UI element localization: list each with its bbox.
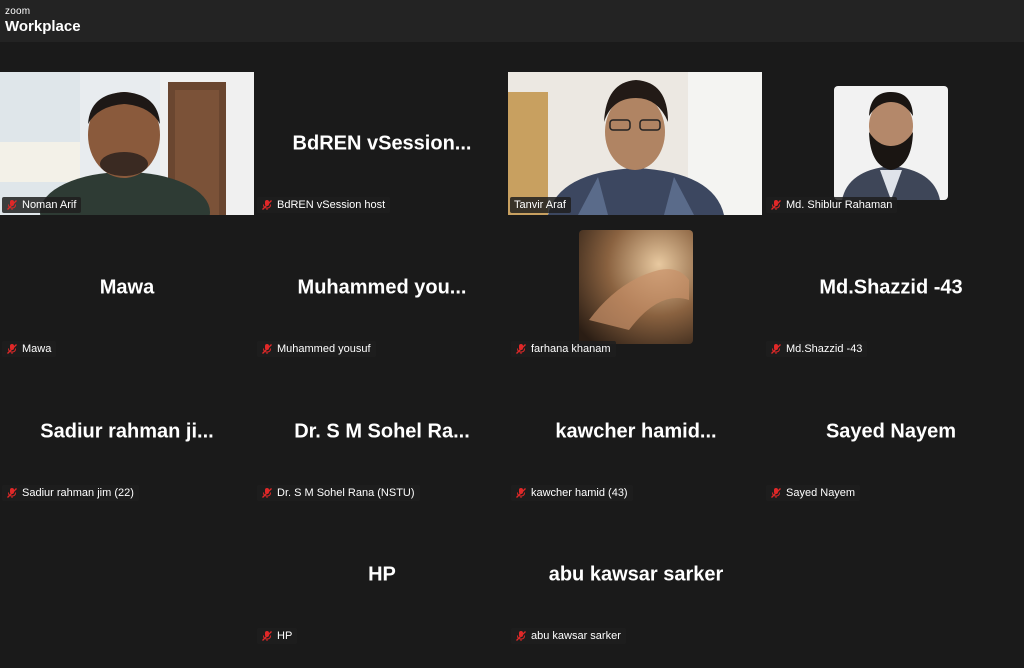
participant-display-name: Md.Shazzid -43 — [819, 276, 963, 298]
microphone-muted-icon — [516, 344, 526, 354]
name-tag: farhana khanam — [511, 341, 616, 357]
profile-photo — [579, 230, 693, 344]
participant-tile-noman-arif[interactable]: Noman Arif — [0, 72, 254, 215]
participant-name: BdREN vSession host — [277, 199, 386, 211]
participant-name: farhana khanam — [531, 343, 611, 355]
microphone-muted-icon — [771, 344, 781, 354]
name-tag: Sadiur rahman jim (22) — [2, 485, 139, 501]
microphone-muted-icon — [262, 344, 272, 354]
name-tag: HP — [257, 628, 298, 644]
name-tag: Noman Arif — [2, 197, 82, 213]
participant-display-name: kawcher hamid... — [555, 420, 717, 442]
microphone-muted-icon — [7, 488, 17, 498]
participant-display-name: HP — [368, 563, 396, 585]
name-tag: Mawa — [2, 341, 57, 357]
participant-tile-md-shiblur-rahaman[interactable]: Md. Shiblur Rahaman — [764, 72, 1018, 215]
participant-display-name: Muhammed you... — [297, 276, 467, 298]
name-tag: Md.Shazzid -43 — [766, 341, 868, 357]
name-tag: BdREN vSession host — [257, 197, 391, 213]
participant-display-name: Sayed Nayem — [825, 420, 957, 442]
participant-name: abu kawsar sarker — [531, 630, 621, 642]
microphone-muted-icon — [262, 631, 272, 641]
participant-tile-abu-kawsar-sarker[interactable]: abu kawsar sarker abu kawsar sarker — [509, 503, 763, 646]
participant-name: Tanvir Araf — [514, 199, 566, 211]
video-feed-tanvir-araf — [508, 72, 762, 215]
name-tag: Dr. S M Sohel Rana (NSTU) — [257, 485, 420, 501]
participant-name: Md.Shazzid -43 — [786, 343, 863, 355]
workplace-title: Workplace — [5, 18, 81, 35]
name-tag: Muhammed yousuf — [257, 341, 376, 357]
participant-display-name: Mawa — [99, 276, 155, 298]
participant-tile-sayed-nayem[interactable]: Sayed Nayem Sayed Nayem — [764, 360, 1018, 503]
microphone-muted-icon — [7, 200, 17, 210]
name-tag: Sayed Nayem — [766, 485, 861, 501]
microphone-muted-icon — [516, 488, 526, 498]
name-tag: Tanvir Araf — [510, 197, 571, 213]
title-bar: zoom Workplace — [0, 0, 1024, 42]
participant-tile-md-shazzid[interactable]: Md.Shazzid -43 Md.Shazzid -43 — [764, 216, 1018, 359]
participant-tile-sohel-rana[interactable]: Dr. S M Sohel Ra... Dr. S M Sohel Rana (… — [255, 360, 509, 503]
video-feed-noman-arif — [0, 72, 254, 215]
participant-name: Md. Shiblur Rahaman — [786, 199, 893, 211]
microphone-muted-icon — [7, 344, 17, 354]
participant-tile-kawcher-hamid[interactable]: kawcher hamid... kawcher hamid (43) — [509, 360, 763, 503]
microphone-muted-icon — [262, 488, 272, 498]
zoom-logo-text: zoom — [5, 6, 31, 17]
microphone-muted-icon — [771, 200, 781, 210]
microphone-muted-icon — [771, 488, 781, 498]
participant-display-name: abu kawsar sarker — [548, 563, 724, 585]
participant-name: Sayed Nayem — [786, 487, 856, 499]
participant-name: Muhammed yousuf — [277, 343, 371, 355]
participant-name: Dr. S M Sohel Rana (NSTU) — [277, 487, 415, 499]
participant-tile-tanvir-araf[interactable]: Tanvir Araf — [508, 72, 762, 215]
name-tag: Md. Shiblur Rahaman — [766, 197, 898, 213]
participant-name: kawcher hamid (43) — [531, 487, 628, 499]
participant-display-name: Dr. S M Sohel Ra... — [294, 420, 470, 442]
participant-display-name: BdREN vSession... — [292, 132, 472, 154]
microphone-muted-icon — [262, 200, 272, 210]
participant-name: Sadiur rahman jim (22) — [22, 487, 134, 499]
name-tag: kawcher hamid (43) — [511, 485, 633, 501]
participant-display-name: Sadiur rahman ji... — [40, 420, 214, 442]
participant-name: Mawa — [22, 343, 52, 355]
profile-photo — [834, 86, 948, 200]
participant-name: Noman Arif — [22, 199, 77, 211]
participant-name: HP — [277, 630, 293, 642]
participant-tile-muhammed-yousuf[interactable]: Muhammed you... Muhammed yousuf — [255, 216, 509, 359]
participant-tile-hp[interactable]: HP HP — [255, 503, 509, 646]
participant-tile-mawa[interactable]: Mawa Mawa — [0, 216, 254, 359]
participant-tile-sadiur-rahman-jim[interactable]: Sadiur rahman ji... Sadiur rahman jim (2… — [0, 360, 254, 503]
microphone-muted-icon — [516, 631, 526, 641]
participant-tile-farhana-khanam[interactable]: farhana khanam — [509, 216, 763, 359]
name-tag: abu kawsar sarker — [511, 628, 626, 644]
participant-tile-bdren-host[interactable]: BdREN vSession... BdREN vSession host — [255, 72, 509, 215]
